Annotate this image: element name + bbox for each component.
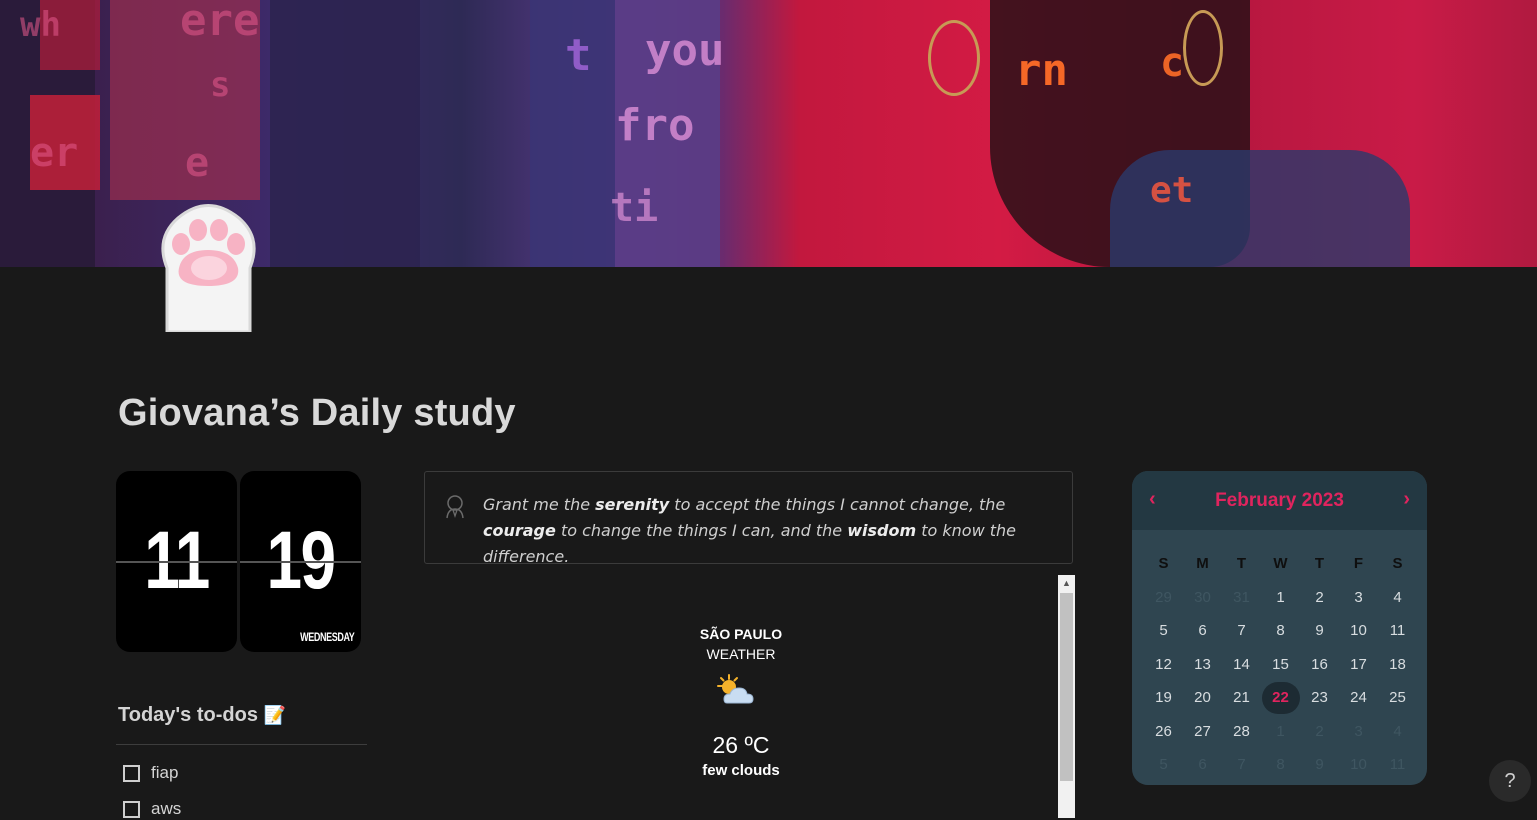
clock-day: WEDNESDAY bbox=[299, 630, 355, 644]
calendar-day-today[interactable]: 22 bbox=[1261, 681, 1300, 714]
calendar-day[interactable]: 31 bbox=[1222, 589, 1261, 606]
calendar-day[interactable]: 4 bbox=[1378, 589, 1417, 606]
calendar-day[interactable]: 8 bbox=[1261, 622, 1300, 639]
chevron-right-icon[interactable]: › bbox=[1403, 488, 1410, 511]
calendar-weekday: T bbox=[1236, 555, 1247, 573]
calendar-weekday-row: SMTWTFS bbox=[1144, 547, 1417, 581]
calendar-weekday: S bbox=[1392, 555, 1403, 573]
weather-label: WEATHER bbox=[706, 646, 776, 662]
calendar-day[interactable]: 10 bbox=[1339, 756, 1378, 773]
calendar-day[interactable]: 16 bbox=[1300, 656, 1339, 673]
quote-callout[interactable]: Grant me the serenity to accept the thin… bbox=[424, 471, 1073, 566]
scroll-up-arrow-icon[interactable]: ▲ bbox=[1058, 575, 1075, 592]
memo-icon: 📝 bbox=[263, 705, 286, 725]
calendar-weekday: M bbox=[1196, 555, 1209, 573]
divider bbox=[116, 744, 367, 745]
embed-scrollbar[interactable]: ▲ bbox=[1058, 575, 1075, 818]
todo-label[interactable]: fiap bbox=[151, 763, 178, 783]
calendar-day[interactable]: 2 bbox=[1300, 723, 1339, 740]
calendar-day[interactable]: 6 bbox=[1183, 756, 1222, 773]
calendar-day[interactable]: 29 bbox=[1144, 589, 1183, 606]
weather-city: SÃO PAULO bbox=[699, 626, 783, 642]
calendar-day[interactable]: 21 bbox=[1222, 689, 1261, 706]
calendar-weekday: W bbox=[1273, 555, 1288, 573]
calendar-day[interactable]: 18 bbox=[1378, 656, 1417, 673]
quote-emphasis: wisdom bbox=[847, 521, 917, 540]
calendar-day[interactable]: 7 bbox=[1222, 622, 1261, 639]
help-button[interactable]: ? bbox=[1489, 760, 1531, 802]
weather-description: few clouds bbox=[702, 762, 780, 779]
praying-person-icon bbox=[446, 495, 464, 519]
calendar-weekday: S bbox=[1158, 555, 1169, 573]
calendar-day[interactable]: 1 bbox=[1261, 589, 1300, 606]
clock-hours-card: 11 bbox=[116, 471, 237, 652]
calendar-week-row: 26 27 28 1 2 3 4 bbox=[1144, 715, 1417, 749]
calendar-weekday: F bbox=[1353, 555, 1364, 573]
weather-temperature: 26 ºC bbox=[712, 732, 770, 758]
weather-widget: SÃO PAULO WEATHER 26 ºC few clouds bbox=[424, 575, 1058, 818]
todos-heading-text: Today's to-dos bbox=[118, 704, 258, 726]
page-title: Giovana’s Daily study bbox=[118, 392, 516, 434]
calendar-day[interactable]: 17 bbox=[1339, 656, 1378, 673]
calendar-day[interactable]: 27 bbox=[1183, 723, 1222, 740]
calendar-day[interactable]: 20 bbox=[1183, 689, 1222, 706]
calendar-day[interactable]: 11 bbox=[1378, 622, 1417, 639]
calendar-week-row: 5 6 7 8 9 10 11 bbox=[1144, 748, 1417, 782]
calendar-week-row: 29 30 31 1 2 3 4 bbox=[1144, 581, 1417, 615]
scrollbar-thumb[interactable] bbox=[1060, 593, 1073, 781]
partly-cloudy-icon bbox=[717, 674, 754, 704]
calendar-day[interactable]: 14 bbox=[1222, 656, 1261, 673]
calendar-day[interactable]: 11 bbox=[1378, 756, 1417, 773]
paw-icon[interactable] bbox=[153, 198, 264, 332]
calendar-day[interactable]: 25 bbox=[1378, 689, 1417, 706]
calendar-day[interactable]: 13 bbox=[1183, 656, 1222, 673]
calendar-day[interactable]: 6 bbox=[1183, 622, 1222, 639]
calendar-day[interactable]: 30 bbox=[1183, 589, 1222, 606]
calendar-day[interactable]: 9 bbox=[1300, 622, 1339, 639]
calendar-week-row: 19 20 21 22 23 24 25 bbox=[1144, 681, 1417, 715]
calendar-week-row: 12 13 14 15 16 17 18 bbox=[1144, 648, 1417, 682]
calendar-widget: ‹ February 2023 › S M T W T F S 29 30 31 1 2 3 4 5 6 7 8 9… bbox=[1132, 471, 1427, 785]
quote-emphasis: serenity bbox=[595, 495, 670, 514]
calendar-day[interactable]: 3 bbox=[1339, 589, 1378, 606]
calendar-day[interactable]: 10 bbox=[1339, 622, 1378, 639]
calendar-day[interactable]: 12 bbox=[1144, 656, 1183, 673]
calendar-day[interactable]: 5 bbox=[1144, 622, 1183, 639]
todo-checkbox[interactable] bbox=[123, 764, 140, 782]
clock-divider bbox=[240, 561, 361, 563]
calendar-day[interactable]: 5 bbox=[1144, 756, 1183, 773]
calendar-day[interactable]: 9 bbox=[1300, 756, 1339, 773]
calendar-day[interactable]: 19 bbox=[1144, 689, 1183, 706]
todo-item: aws bbox=[123, 798, 181, 820]
calendar-day[interactable]: 23 bbox=[1300, 689, 1339, 706]
calendar-weekday: T bbox=[1314, 555, 1325, 573]
calendar-day[interactable]: 1 bbox=[1261, 723, 1300, 740]
calendar-header: ‹ February 2023 › bbox=[1132, 471, 1427, 530]
calendar-day[interactable]: 2 bbox=[1300, 589, 1339, 606]
clock-minutes-card: 19 WEDNESDAY bbox=[240, 471, 361, 652]
calendar-month: February 2023 bbox=[1215, 490, 1344, 511]
calendar-day[interactable]: 4 bbox=[1378, 723, 1417, 740]
todos-heading: Today's to-dos 📝 bbox=[118, 704, 286, 727]
calendar-grid: S M T W T F S 29 30 31 1 2 3 4 5 6 7 8 9 10 11 12 13 14 15 16 17 18… bbox=[1144, 547, 1417, 782]
calendar-day[interactable]: 3 bbox=[1339, 723, 1378, 740]
todo-checkbox[interactable] bbox=[123, 800, 140, 818]
calendar-day[interactable]: 15 bbox=[1261, 656, 1300, 673]
calendar-day[interactable]: 7 bbox=[1222, 756, 1261, 773]
todo-item: fiap bbox=[123, 762, 178, 784]
calendar-day[interactable]: 28 bbox=[1222, 723, 1261, 740]
clock-divider bbox=[116, 561, 237, 563]
calendar-day[interactable]: 26 bbox=[1144, 723, 1183, 740]
calendar-day[interactable]: 24 bbox=[1339, 689, 1378, 706]
calendar-week-row: 5 6 7 8 9 10 11 bbox=[1144, 614, 1417, 648]
quote-emphasis: courage bbox=[483, 521, 556, 540]
todo-label[interactable]: aws bbox=[151, 799, 181, 819]
quote-text: Grant me the serenity to accept the thin… bbox=[483, 495, 1016, 566]
calendar-day[interactable]: 8 bbox=[1261, 756, 1300, 773]
